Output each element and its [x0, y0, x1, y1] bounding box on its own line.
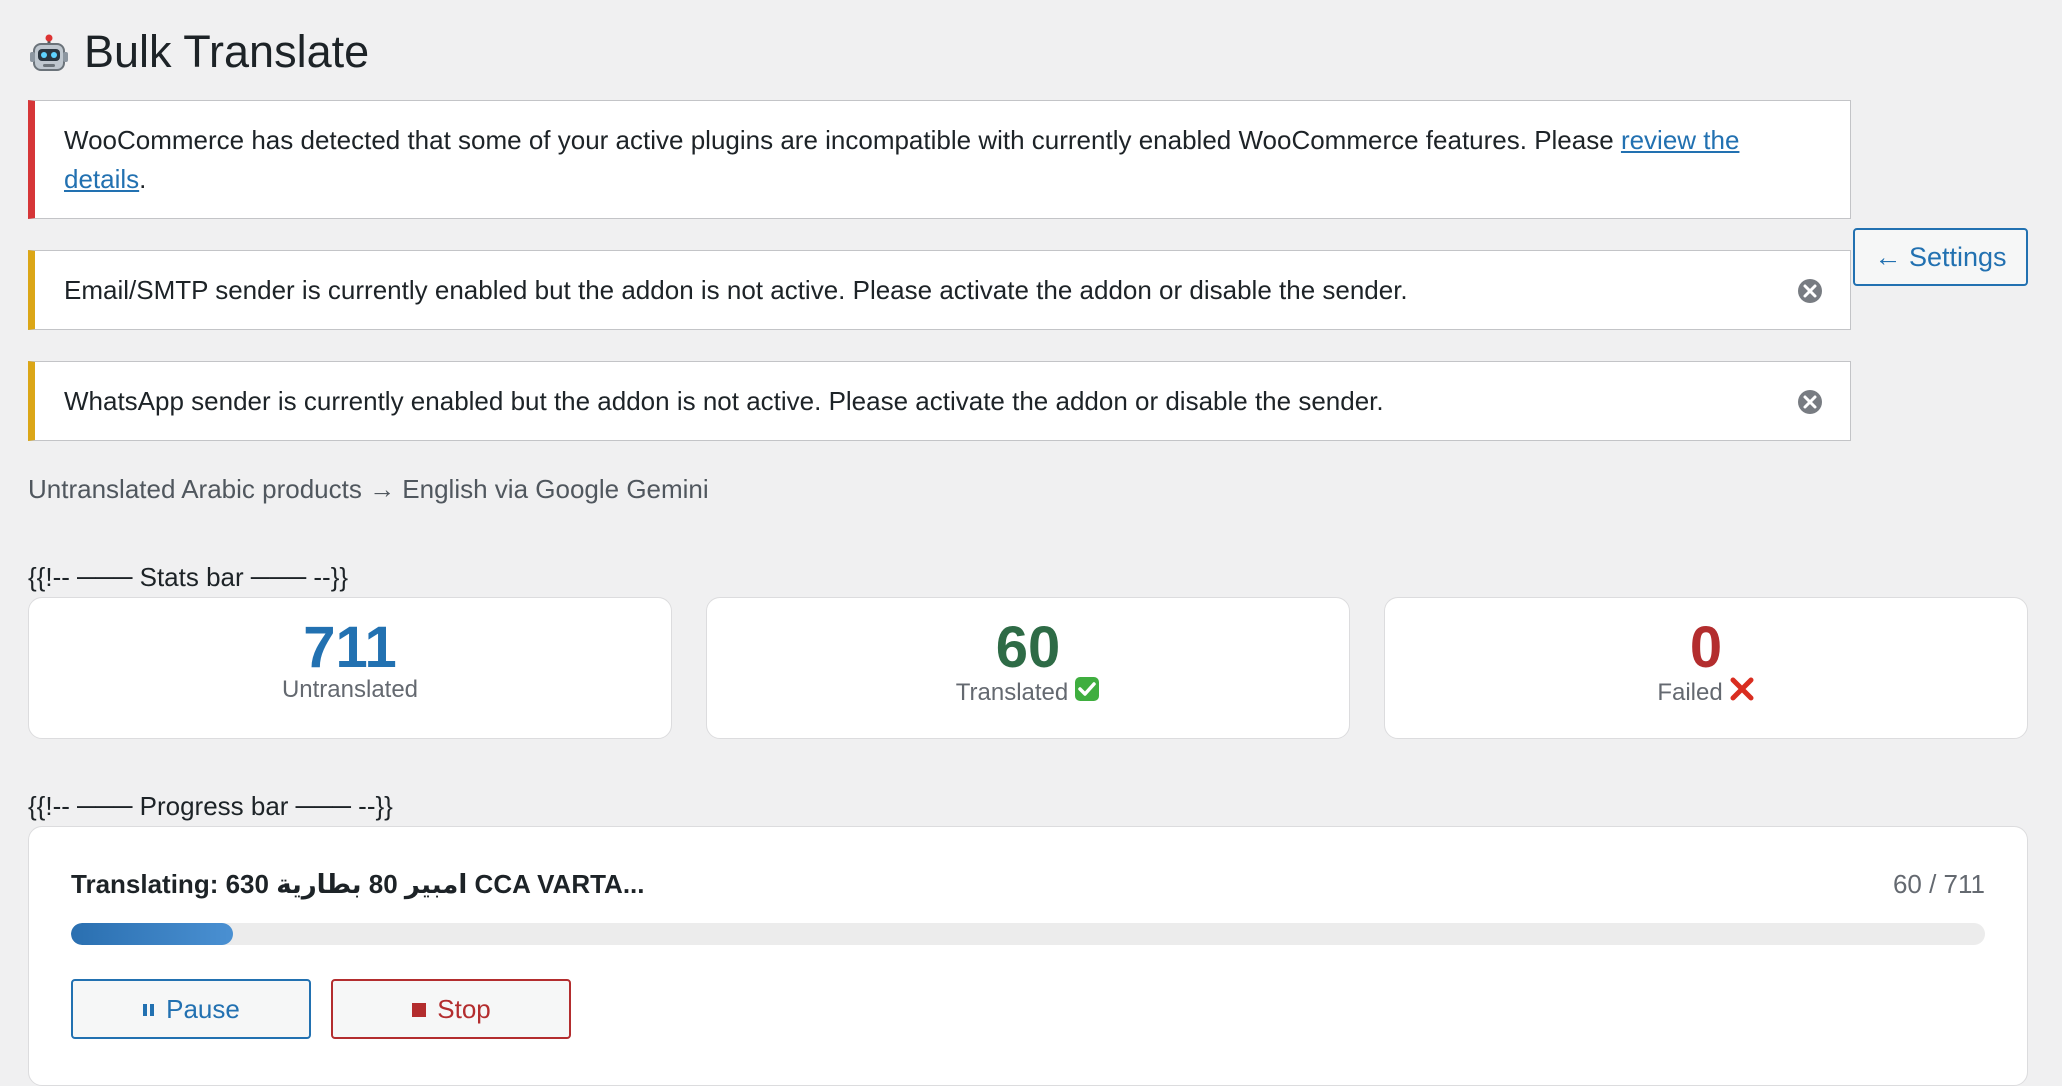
check-icon: [1074, 676, 1100, 709]
page-subtitle: Untranslated Arabic products → English v…: [28, 474, 709, 504]
cross-icon: [1729, 676, 1755, 709]
progress-bar-comment: {{!-- ─── Progress bar ─── --}}: [28, 791, 393, 821]
dismiss-icon[interactable]: [1796, 388, 1824, 416]
progress-panel: Translating: 630 امبير 80 بطارية CCA VAR…: [28, 826, 2028, 1086]
stat-card-failed: 0 Failed: [1384, 597, 2028, 739]
progress-track: [71, 923, 1985, 945]
notice-smtp-sender: Email/SMTP sender is currently enabled b…: [28, 250, 1851, 330]
progress-label: Translating: 630 امبير 80 بطارية CCA VAR…: [71, 869, 645, 899]
pause-label: Pause: [166, 993, 240, 1024]
stat-label-wrap: Untranslated: [29, 676, 671, 704]
page-title-text: Bulk Translate: [84, 26, 370, 77]
notice-woocommerce-incompatible: WooCommerce has detected that some of yo…: [28, 100, 1851, 219]
dismiss-icon[interactable]: [1796, 277, 1824, 305]
progress-fill: [71, 923, 233, 945]
notice-text: Email/SMTP sender is currently enabled b…: [64, 275, 1408, 305]
notice-suffix: .: [139, 164, 147, 194]
stat-label-wrap: Translated: [707, 676, 1349, 709]
stat-label: Failed: [1657, 678, 1723, 706]
stat-label: Translated: [955, 678, 1069, 706]
settings-button[interactable]: ← Settings: [1853, 228, 2028, 286]
stop-icon: [411, 994, 427, 1025]
stat-value: 0: [1689, 615, 1723, 680]
stat-value: 711: [303, 615, 397, 680]
stop-button[interactable]: Stop: [331, 979, 571, 1039]
stop-label: Stop: [437, 993, 491, 1024]
stats-bar-comment: {{!-- ─── Stats bar ─── --}}: [28, 562, 349, 592]
notice-text: WhatsApp sender is currently enabled but…: [64, 386, 1384, 416]
pause-button[interactable]: Pause: [71, 979, 311, 1039]
stat-card-untranslated: 711 Untranslated: [28, 597, 672, 739]
progress-count: 60 / 711: [1892, 869, 1985, 899]
stat-label: Untranslated: [281, 676, 419, 703]
stat-value: 60: [995, 615, 1061, 680]
stat-card-translated: 60 Translated: [706, 597, 1350, 739]
notice-whatsapp-sender: WhatsApp sender is currently enabled but…: [28, 361, 1851, 441]
page-title: Bulk Translate: [28, 22, 369, 82]
robot-icon: [28, 31, 70, 73]
notice-text: WooCommerce has detected that some of yo…: [64, 125, 1614, 155]
pause-icon: [142, 994, 156, 1025]
stat-label-wrap: Failed: [1385, 676, 2027, 709]
